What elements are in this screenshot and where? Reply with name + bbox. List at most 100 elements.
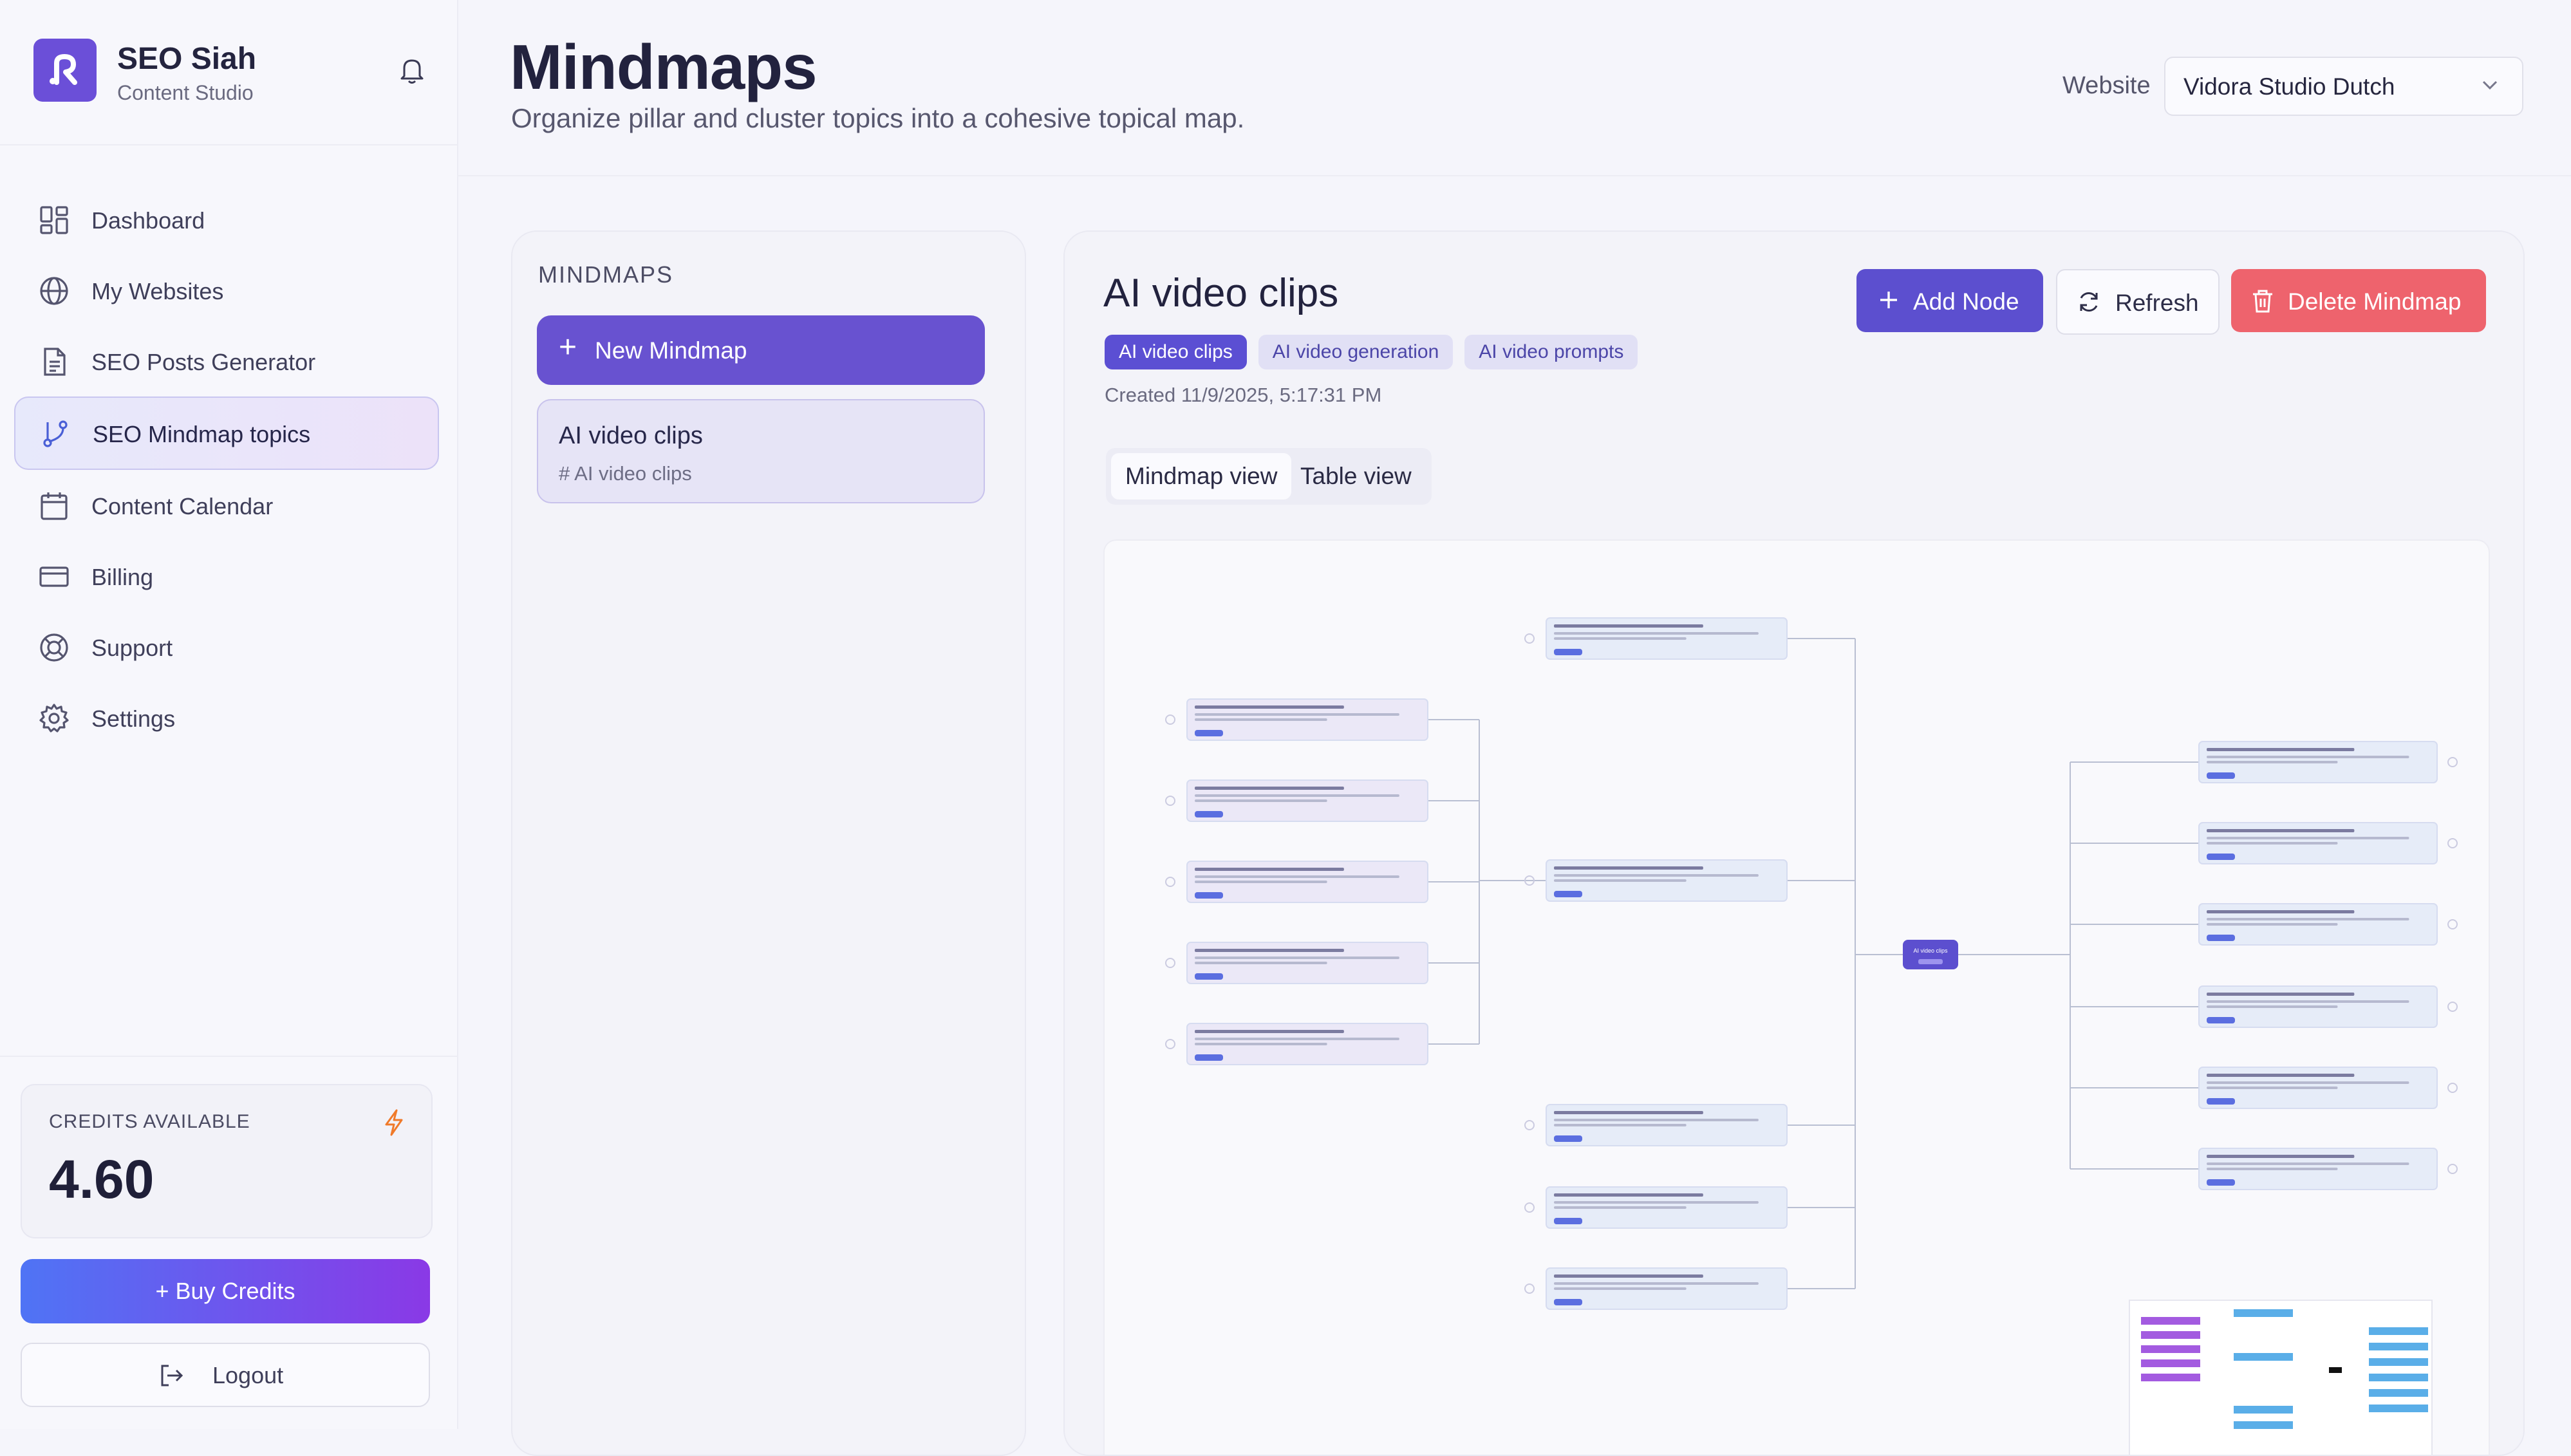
mindmaps-panel-title: MINDMAPS xyxy=(538,261,674,288)
credits-card: CREDITS AVAILABLE 4.60 xyxy=(21,1084,433,1238)
chevron-down-icon xyxy=(2482,80,2498,90)
mindmap-list-item[interactable]: AI video clips # AI video clips xyxy=(537,399,985,503)
refresh-button[interactable]: Refresh xyxy=(2056,269,2220,335)
tab-mindmap-view[interactable]: Mindmap view xyxy=(1111,453,1292,499)
refresh-icon xyxy=(2080,292,2098,312)
node-text-line xyxy=(2207,837,2409,839)
node-badge xyxy=(2207,935,2235,941)
node-text-line xyxy=(1195,881,1327,883)
node-text-line xyxy=(2207,842,2338,845)
node-badge xyxy=(1195,811,1223,817)
sidebar-item-seo-posts-generator[interactable]: SEO Posts Generator xyxy=(14,326,439,397)
sidebar-item-billing[interactable]: Billing xyxy=(14,541,439,611)
calendar-icon xyxy=(41,492,68,520)
sidebar-nav: Dashboard My Websites SEO Posts Generato… xyxy=(14,184,439,753)
node-handle xyxy=(1165,1039,1175,1049)
website-label: Website xyxy=(2062,72,2151,99)
node-handle xyxy=(1524,1120,1535,1130)
sidebar-item-label: Billing xyxy=(91,564,154,590)
node-text-line xyxy=(1554,637,1687,640)
node-badge xyxy=(1554,649,1582,655)
node-text-line xyxy=(1554,1119,1759,1121)
app-subtitle: Content Studio xyxy=(117,81,254,104)
node-text-line xyxy=(1195,957,1399,959)
delete-mindmap-label: Delete Mindmap xyxy=(2288,288,2462,315)
buy-credits-button[interactable]: + Buy Credits xyxy=(21,1259,430,1323)
globe-icon xyxy=(40,277,68,305)
node-handle xyxy=(2447,838,2458,848)
node-badge xyxy=(2207,1179,2235,1186)
node-handle xyxy=(2447,1083,2458,1093)
mindmap-graph[interactable]: AI video clips xyxy=(1105,541,2489,1456)
brand[interactable]: SEO Siah Content Studio xyxy=(33,39,433,104)
node-text-line xyxy=(2207,761,2338,763)
mindmap-panel: AI video clips AI video clips AI video ge… xyxy=(1063,230,2525,1456)
node-title-line xyxy=(2207,910,2355,913)
keyword-tag: AI video generation xyxy=(1258,335,1454,369)
sidebar-item-settings[interactable]: Settings xyxy=(14,682,439,753)
divider xyxy=(0,144,457,145)
sidebar-item-seo-mindmap-topics[interactable]: SEO Mindmap topics xyxy=(14,397,439,470)
node-title-line xyxy=(1195,949,1344,952)
divider xyxy=(0,1056,457,1057)
node-text-line xyxy=(2207,923,2338,926)
node-title-line xyxy=(2207,993,2355,996)
logout-button[interactable]: Logout xyxy=(21,1343,430,1407)
node-text-line xyxy=(1195,794,1399,797)
node-handle xyxy=(2447,1002,2458,1012)
delete-mindmap-button[interactable]: Delete Mindmap xyxy=(2231,269,2486,332)
node-title-line xyxy=(1195,1030,1344,1033)
page-title: Mindmaps xyxy=(510,32,818,102)
mindmap-item-keyword: # AI video clips xyxy=(559,462,692,485)
node-title-line xyxy=(1195,787,1344,790)
lifebuoy-icon xyxy=(40,633,68,662)
sidebar-item-support[interactable]: Support xyxy=(14,611,439,682)
website-select[interactable]: Vidora Studio Dutch xyxy=(2164,57,2523,116)
node-badge xyxy=(1554,1218,1582,1224)
view-tabs: Mindmap view Table view xyxy=(1106,448,1432,505)
add-node-button[interactable]: Add Node xyxy=(1856,269,2043,332)
mindmap-root-node[interactable] xyxy=(1903,940,1958,969)
git-branch-icon xyxy=(43,420,68,447)
sidebar-item-my-websites[interactable]: My Websites xyxy=(14,255,439,326)
sidebar: SEO Siah Content Studio Dashboard My Web… xyxy=(0,0,458,1429)
node-handle xyxy=(1165,877,1175,887)
node-text-line xyxy=(2207,1081,2409,1084)
sidebar-item-content-calendar[interactable]: Content Calendar xyxy=(14,470,439,541)
mindmap-canvas[interactable]: AI video clips xyxy=(1103,539,2490,1456)
node-handle xyxy=(2447,919,2458,929)
node-handle xyxy=(2447,1164,2458,1174)
node-text-line xyxy=(1554,1124,1687,1126)
mindmap-item-title: AI video clips xyxy=(559,422,703,449)
minimap-node xyxy=(2369,1343,2428,1350)
node-handle xyxy=(1165,796,1175,806)
node-handle xyxy=(1524,633,1535,644)
node-text-line xyxy=(1554,879,1687,882)
node-text-line xyxy=(2207,1087,2338,1089)
add-node-label: Add Node xyxy=(1913,288,2019,315)
new-mindmap-button[interactable]: + New Mindmap xyxy=(537,315,985,385)
website-selected-value: Vidora Studio Dutch xyxy=(2183,73,2395,100)
mindmap-title: AI video clips xyxy=(1103,271,1339,315)
minimap-node xyxy=(2369,1358,2428,1366)
minimap-node xyxy=(2141,1374,2200,1381)
node-title-line xyxy=(1195,868,1344,871)
node-text-line xyxy=(1195,713,1399,716)
tab-table-view[interactable]: Table view xyxy=(1286,453,1426,499)
bell-icon[interactable] xyxy=(399,57,425,88)
node-badge xyxy=(2207,1098,2235,1105)
page-subtitle: Organize pillar and cluster topics into … xyxy=(511,103,1245,133)
node-text-line xyxy=(2207,918,2409,920)
sidebar-item-label: Support xyxy=(91,635,173,661)
credits-label: CREDITS AVAILABLE xyxy=(49,1111,250,1132)
gear-icon xyxy=(39,704,69,733)
node-handle xyxy=(2447,757,2458,767)
node-text-line xyxy=(2207,1168,2338,1170)
node-badge xyxy=(1554,1299,1582,1305)
node-handle xyxy=(1524,1283,1535,1294)
node-badge xyxy=(2207,854,2235,860)
node-badge xyxy=(2207,772,2235,779)
node-text-line xyxy=(1195,799,1327,802)
logout-label: Logout xyxy=(212,1362,284,1388)
sidebar-item-dashboard[interactable]: Dashboard xyxy=(14,184,439,255)
